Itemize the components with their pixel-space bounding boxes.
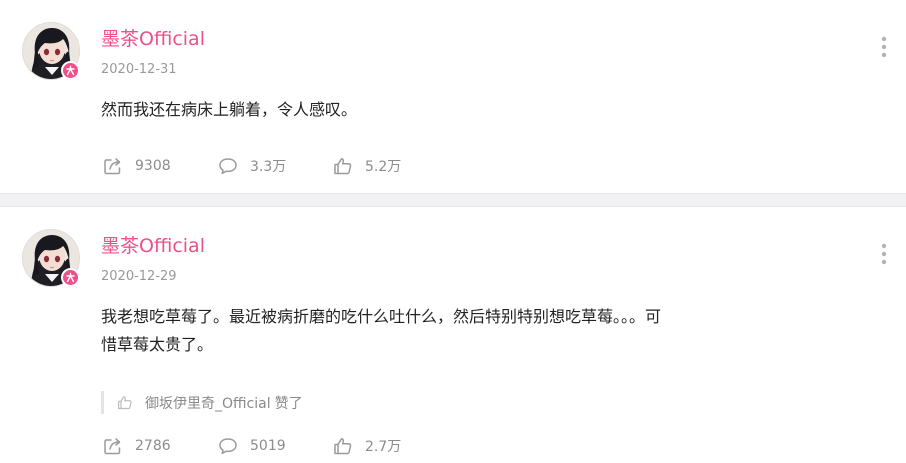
share-icon (103, 437, 123, 455)
thumbs-up-icon (333, 157, 353, 175)
share-button[interactable]: 2786 (103, 437, 218, 455)
like-button[interactable]: 5.2万 (333, 156, 448, 176)
thumbs-up-icon (333, 437, 353, 455)
like-count: 5.2万 (365, 159, 402, 175)
share-button[interactable]: 9308 (103, 157, 218, 175)
post-text-line: 我老想吃草莓了。最近被病折磨的吃什么吐什么，然后特别特别想吃草莓。。。可 (101, 307, 662, 326)
share-count: 2786 (135, 438, 171, 454)
comment-button[interactable]: 5019 (218, 437, 333, 455)
post-date: 2020-12-31 (101, 62, 177, 77)
post-content: 我老想吃草莓了。最近被病折磨的吃什么吐什么，然后特别特别想吃草莓。。。可 惜草莓… (101, 303, 761, 359)
more-vertical-icon[interactable] (874, 242, 894, 266)
comment-icon (218, 437, 238, 455)
post-date: 2020-12-29 (101, 269, 177, 284)
comment-count: 5019 (250, 438, 286, 454)
like-count: 2.7万 (365, 439, 402, 455)
username[interactable]: 墨茶Official (101, 234, 205, 258)
share-icon (103, 157, 123, 175)
username[interactable]: 墨茶Official (101, 27, 205, 51)
liked-by-user[interactable]: 御坂伊里奇_Official (145, 393, 271, 413)
share-count: 9308 (135, 158, 171, 174)
more-vertical-icon[interactable] (874, 35, 894, 59)
liked-by-verb: 赞了 (274, 395, 303, 412)
post-text: 然而我还在病床上躺着，令人感叹。 (101, 100, 358, 119)
post-text-line: 惜草莓太贵了。 (101, 335, 214, 354)
comment-icon (218, 157, 238, 175)
post-actions: 9308 3.3万 5.2万 (103, 156, 448, 176)
post-actions: 2786 5019 2.7万 (103, 436, 448, 456)
feed-post: 墨茶Official 2020-12-29 我老想吃草莓了。最近被病折磨的吃什么… (0, 207, 906, 463)
feed: 墨茶Official 2020-12-31 然而我还在病床上躺着，令人感叹。 9… (0, 0, 906, 463)
vip-badge-icon (61, 268, 80, 287)
liked-by-row: 御坂伊里奇_Official 赞了 (101, 391, 303, 414)
like-button[interactable]: 2.7万 (333, 436, 448, 456)
feed-post: 墨茶Official 2020-12-31 然而我还在病床上躺着，令人感叹。 9… (0, 0, 906, 193)
comment-button[interactable]: 3.3万 (218, 156, 333, 176)
vip-badge-icon (61, 61, 80, 80)
post-separator (0, 193, 906, 207)
post-content: 然而我还在病床上躺着，令人感叹。 (101, 96, 761, 124)
comment-count: 3.3万 (250, 159, 287, 175)
thumbs-up-icon (117, 395, 133, 410)
